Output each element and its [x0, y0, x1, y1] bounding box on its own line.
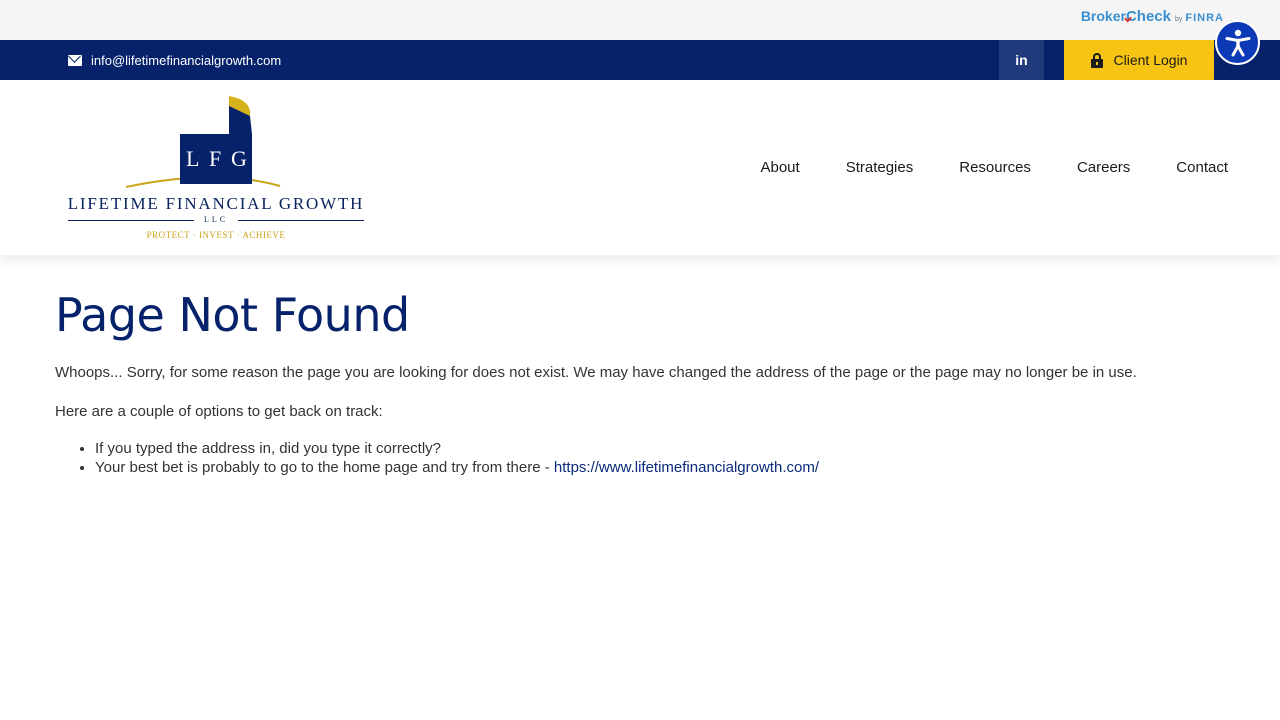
options-heading: Here are a couple of options to get back… — [55, 403, 383, 420]
intro-paragraph: Whoops... Sorry, for some reason the pag… — [55, 364, 1137, 381]
site-header: L F G LIFETIME FINANCIAL GROWTH LLC PROT… — [0, 80, 1280, 255]
email-address: info@lifetimefinancialgrowth.com — [91, 52, 282, 68]
linkedin-icon: in — [1015, 52, 1028, 68]
page-title: Page Not Found — [55, 288, 410, 342]
home-page-link[interactable]: https://www.lifetimefinancialgrowth.com/ — [554, 459, 819, 476]
logo-company-name: LIFETIME FINANCIAL GROWTH — [67, 194, 365, 213]
main-content: Page Not Found Whoops... Sorry, for some… — [55, 285, 1225, 477]
logo-llc: LLC — [203, 215, 229, 224]
client-login-button[interactable]: Client Login — [1064, 40, 1214, 80]
nav-resources[interactable]: Resources — [959, 159, 1031, 176]
top-contact-bar: info@lifetimefinancialgrowth.com in Clie… — [0, 40, 1280, 80]
finra-text: FINRA — [1185, 12, 1224, 24]
tip-typed-address: If you typed the address in, did you typ… — [95, 440, 442, 457]
accessibility-button[interactable] — [1215, 20, 1260, 65]
brokercheck-badge[interactable]: Broker Check by FINRA — [1081, 8, 1224, 28]
brokercheck-check-text: Check — [1124, 8, 1171, 25]
linkedin-button[interactable]: in — [999, 40, 1044, 80]
brokercheck-by-text: by — [1174, 16, 1183, 23]
main-navigation: About Strategies Resources Careers Conta… — [714, 80, 1228, 255]
client-login-label: Client Login — [1113, 52, 1188, 68]
nav-about[interactable]: About — [760, 159, 799, 176]
logo-tagline: PROTECT · INVEST · ACHIEVE — [146, 230, 286, 240]
envelope-icon — [68, 54, 82, 66]
nav-contact[interactable]: Contact — [1176, 159, 1228, 176]
company-logo[interactable]: L F G LIFETIME FINANCIAL GROWTH LLC PROT… — [66, 94, 366, 244]
logo-letter-block: L F G — [180, 134, 252, 184]
nav-strategies[interactable]: Strategies — [846, 159, 914, 176]
nav-careers[interactable]: Careers — [1077, 159, 1130, 176]
accessibility-icon — [1225, 29, 1251, 57]
list-item: Your best bet is probably to go to the h… — [95, 458, 1225, 477]
logo-letter-f: F — [209, 146, 222, 171]
logo-letter-g: G — [231, 146, 247, 171]
list-item: If you typed the address in, did you typ… — [95, 439, 1225, 458]
email-link[interactable]: info@lifetimefinancialgrowth.com — [68, 40, 281, 80]
logo-letter-l: L — [186, 146, 200, 171]
tips-list: If you typed the address in, did you typ… — [95, 439, 1225, 477]
brokercheck-broker-text: Broker — [1080, 8, 1126, 24]
lock-icon — [1090, 53, 1103, 68]
tip-home-page: Your best bet is probably to go to the h… — [95, 459, 554, 476]
brokercheck-strip: Broker Check by FINRA — [0, 0, 1280, 40]
